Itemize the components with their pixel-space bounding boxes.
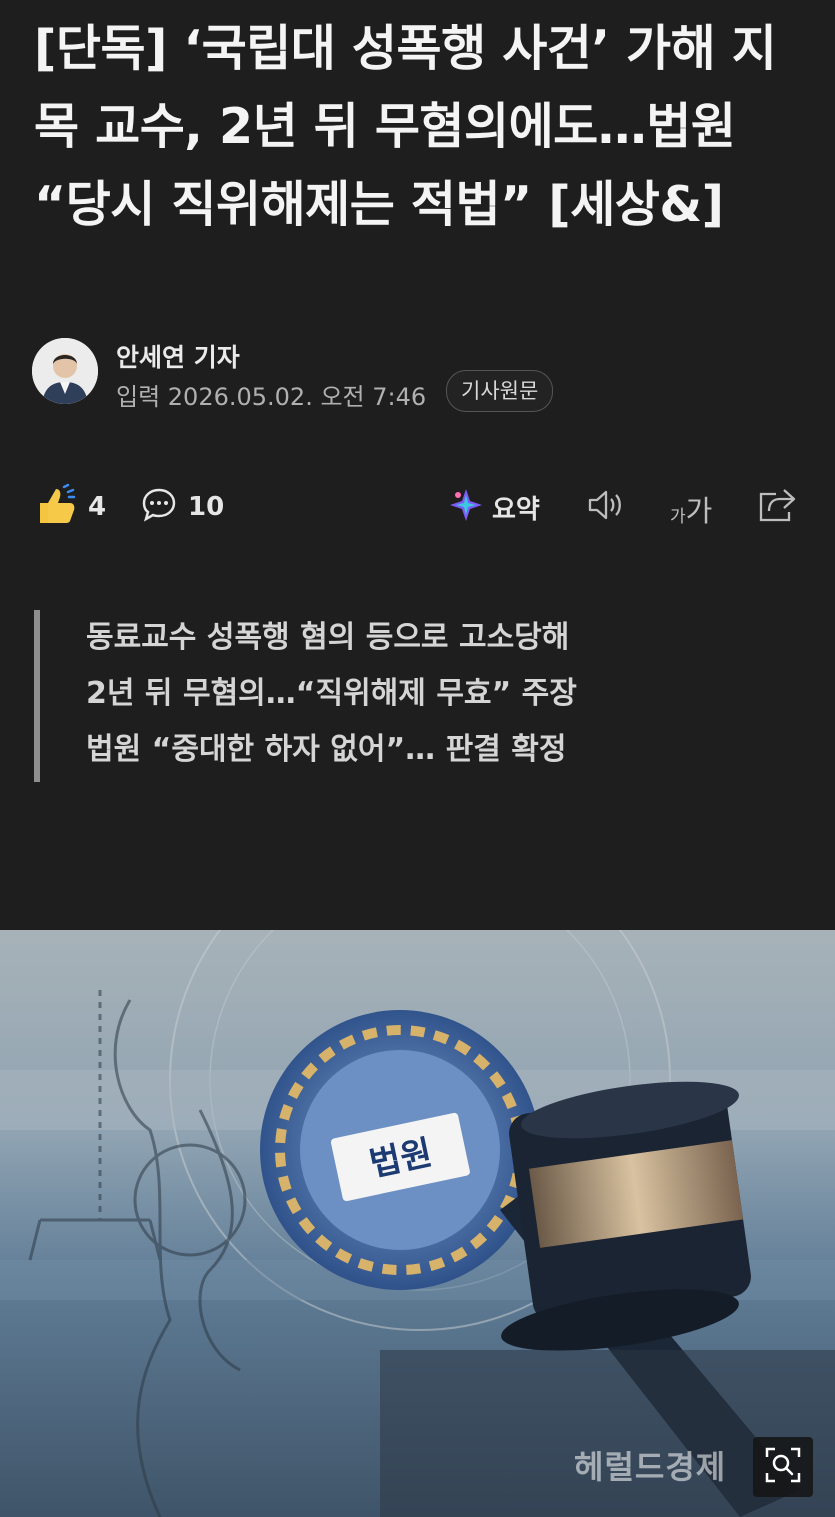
summary-button[interactable]: 요약 xyxy=(448,482,540,532)
share-icon xyxy=(756,484,798,530)
photo-zoom-button[interactable] xyxy=(753,1437,813,1497)
font-size-large-label: 가 xyxy=(685,494,713,528)
reporter-name[interactable]: 안세연 기자 xyxy=(116,338,240,374)
ai-summary-icon xyxy=(448,487,484,527)
like-count: 4 xyxy=(88,492,107,522)
court-illustration: 법원 xyxy=(0,930,835,1517)
summary-line: 동료교수 성폭행 혐의 등으로 고소당해 xyxy=(86,620,570,655)
font-size-icon: 가 가 xyxy=(670,487,712,527)
thumbs-up-icon xyxy=(34,483,78,531)
font-size-small-label: 가 xyxy=(670,507,686,527)
speaker-icon xyxy=(586,485,626,529)
comment-icon xyxy=(140,486,178,528)
summary-label: 요약 xyxy=(492,494,540,525)
byline: 안세연 기자 입력 2026.05.02. 오전 7:46 기사원문 xyxy=(32,338,802,418)
reporter-avatar[interactable] xyxy=(32,338,98,404)
comment-count: 10 xyxy=(188,492,225,522)
font-size-button[interactable]: 가 가 xyxy=(670,482,712,532)
text-to-speech-button[interactable] xyxy=(586,482,626,532)
article-summary: 동료교수 성폭행 혐의 등으로 고소당해 2년 뒤 무혐의…“직위해제 무효” … xyxy=(34,610,794,782)
summary-line: 2년 뒤 무혐의…“직위해제 무효” 주장 xyxy=(86,676,577,711)
published-date: 입력 2026.05.02. 오전 7:46 xyxy=(116,383,427,411)
like-button[interactable]: 4 xyxy=(34,482,106,532)
photo-watermark: 헤럴드경제 xyxy=(574,1448,727,1486)
comment-button[interactable]: 10 xyxy=(140,482,224,532)
zoom-icon xyxy=(763,1445,803,1489)
article-photo[interactable]: 법원 헤럴드경제 xyxy=(0,930,835,1517)
article-headline: [단독] ‘국립대 성폭행 사건’ 가해 지목 교수, 2년 뒤 무혐의에도…법… xyxy=(34,20,777,233)
article-toolbar: 4 10 요약 가 가 xyxy=(34,482,804,532)
original-article-button[interactable]: 기사원문 xyxy=(446,370,554,412)
share-button[interactable] xyxy=(756,482,798,532)
summary-line: 법원 “중대한 하자 없어”… 판결 확정 xyxy=(86,732,567,767)
